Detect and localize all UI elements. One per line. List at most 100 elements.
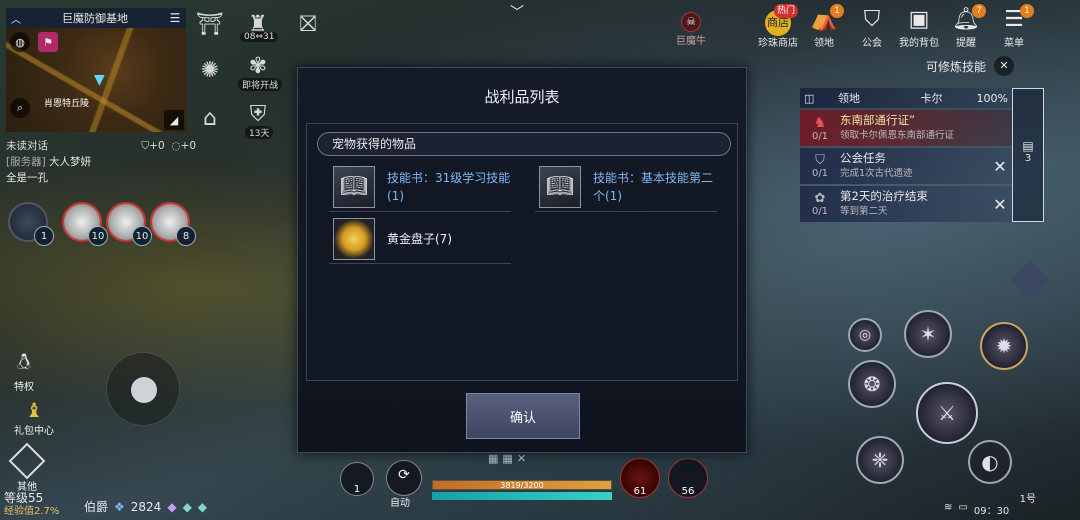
chat-sender: 大人梦妍 <box>49 156 92 168</box>
quest-area-pct: 100% <box>976 91 1008 105</box>
pearl-shop-button[interactable]: 商店 热门 珍珠商店 <box>756 4 800 49</box>
gift-icon[interactable]: ⛩ <box>192 6 228 42</box>
boss-marker[interactable]: ☠ 巨魔牛 <box>676 12 706 47</box>
skill-whirl-icon[interactable]: ❂ <box>848 360 896 408</box>
trainable-skills[interactable]: 可修炼技能 ✕ <box>926 56 1015 76</box>
quest-panel[interactable]: ◫ 领地 卡尔 100% ♞ 0/1 东南部通行证” 领取卡尔佩恩东南部通行证 … <box>800 88 1012 222</box>
loot-dialog: 战利品列表 宠物获得的物品 📖︎ 技能书：31级学习技能(1) 📖︎ 技能书：基… <box>297 67 747 453</box>
minimap-map[interactable]: 肖恩特丘陵 ▼ ⌕ ◍ ⚑ ◢ <box>6 28 186 132</box>
slot-count: 1 <box>353 484 361 495</box>
map-place-label: 肖恩特丘陵 <box>44 99 90 109</box>
player-marker-icon: ▼ <box>94 72 105 88</box>
quest-area: 领地 <box>838 92 860 105</box>
level-box: 等级55 经验值2.7% <box>4 491 59 519</box>
territory-button[interactable]: ⛺ 1 领地 <box>802 4 846 49</box>
gift-center-button[interactable]: ♝ 礼包中心 <box>14 398 54 437</box>
quest-side-count: 3 <box>1024 153 1032 164</box>
menu-button[interactable]: ☰ 1 菜单 <box>992 4 1036 49</box>
buff-strip: ▦ ▦ ✕ <box>488 452 526 465</box>
attack-sword-icon[interactable]: ⚔ <box>916 382 978 444</box>
chat-unread-row: 未读对话 ⛉+0 ◌+0 <box>6 138 196 154</box>
quest-area-name: 卡尔 <box>920 92 943 105</box>
banner-icon[interactable]: ⚑ <box>38 32 58 52</box>
loot-item[interactable]: 📖︎ 技能书：基本技能第二个(1) <box>535 162 717 212</box>
battle-icon[interactable]: ⛝ <box>290 6 326 42</box>
skill-claw-icon[interactable]: ❈ <box>856 436 904 484</box>
minimap-panel[interactable]: ︿ 巨魔防御基地 ☰ 肖恩特丘陵 ▼ ⌕ ◍ ⚑ ◢ <box>6 8 186 132</box>
pet-slot-2[interactable]: 10 <box>62 202 108 246</box>
buff-icon: ◆ <box>182 499 192 514</box>
auto-icon: ⟳ <box>398 467 410 483</box>
auto-button[interactable]: ⟳ <box>386 460 422 496</box>
message-count: +0 <box>180 140 196 152</box>
clock-time: 09：30 <box>973 506 1010 517</box>
quest-row[interactable]: ♞ 0/1 东南部通行证” 领取卡尔佩恩东南部通行证 <box>800 110 1012 146</box>
confirm-button[interactable]: 确认 <box>466 393 580 439</box>
globe-icon[interactable]: ◍ <box>10 32 30 52</box>
loot-item[interactable]: 📖︎ 技能书：31级学习技能(1) <box>329 162 511 212</box>
menu-label: 菜单 <box>1004 38 1024 49</box>
quest-title: 东南部通行证” <box>840 113 915 127</box>
region-name: 巨魔防御基地 <box>62 12 128 25</box>
other-button[interactable]: 其他 <box>8 442 46 493</box>
pet-level: 10 <box>132 226 152 246</box>
potion-slot-item[interactable]: 56 <box>668 458 708 498</box>
loot-item-name: 技能书：基本技能第二个(1) <box>593 170 714 203</box>
joystick-knob[interactable] <box>131 377 157 403</box>
buff-icon: ▦ <box>502 452 513 465</box>
guild-button[interactable]: ⛉ 公会 <box>850 6 894 49</box>
chat-channel: [服务器] <box>6 156 46 168</box>
close-icon[interactable]: ✕ <box>988 157 1012 176</box>
loot-item-name: 黄金盘子(7) <box>387 231 452 246</box>
chat-box[interactable]: 未读对话 ⛉+0 ◌+0 [服务器] 大人梦妍 全是一孔 <box>6 138 196 186</box>
quest-title: 第2天的治疗结束 <box>840 189 928 203</box>
skill-burst-icon[interactable]: ✹ <box>980 322 1028 370</box>
privilege-button[interactable]: 🐧︎ 特权 <box>14 350 34 393</box>
guild-label: 公会 <box>862 38 882 49</box>
list-icon[interactable]: ☰ <box>164 11 186 25</box>
auto-label: 自动 <box>390 498 410 509</box>
chat-line: [服务器] 大人梦妍 <box>6 154 196 170</box>
quest-row[interactable]: ⛉ 0/1 公会任务 完成1次古代遗迹 ✕ <box>800 148 1012 184</box>
days-left: 13天 <box>245 126 274 139</box>
boss-icon: ☠ <box>681 12 701 32</box>
player-title-row: 伯爵 ❖ 2824 ◆ ◆ ◆ <box>84 498 207 515</box>
diamond-toggle-icon[interactable] <box>1010 260 1050 300</box>
reminder-label: 提醒 <box>956 38 976 49</box>
dodge-icon[interactable]: ◐ <box>968 440 1012 484</box>
shop-tag: 热门 <box>773 4 798 18</box>
chevron-up-icon[interactable]: ︿ <box>6 11 26 26</box>
pet-level: 8 <box>176 226 196 246</box>
joystick[interactable] <box>106 352 180 426</box>
target-icon[interactable]: ◎ <box>848 318 882 352</box>
pet-slot-3[interactable]: 10 <box>106 202 152 246</box>
quest-progress: 0/1 <box>811 206 829 217</box>
map-search-icon[interactable]: ⌕ <box>10 98 30 118</box>
quick-slot-axe[interactable]: 1 <box>340 462 374 496</box>
menu-badge: 1 <box>1020 4 1034 18</box>
close-icon[interactable]: ✕ <box>988 195 1012 214</box>
home-icon[interactable]: ⌂ <box>192 100 228 136</box>
paw-icon: ✿ <box>814 191 826 206</box>
bag-icon: ▣ <box>908 7 930 32</box>
loot-item[interactable]: 黄金盘子(7) <box>329 214 511 264</box>
hp-bar: 3819/3200 <box>432 480 612 490</box>
quest-side-tab[interactable]: ▤ 3 <box>1012 88 1044 222</box>
minimap-header: ︿ 巨魔防御基地 ☰ <box>6 8 186 28</box>
mp-bar <box>432 492 612 500</box>
reminder-button[interactable]: 🔔︎ 7 提醒 <box>944 4 988 49</box>
skill-book-icon: 📖︎ <box>539 165 581 208</box>
potion-slot-hp[interactable]: 61 <box>620 458 660 498</box>
demon-icon[interactable]: ✺ <box>192 52 228 88</box>
pet-slot-4[interactable]: 8 <box>150 202 196 246</box>
territory-badge: 1 <box>830 4 844 18</box>
expand-map-icon[interactable]: ◢ <box>164 110 184 130</box>
chevron-down-icon[interactable]: ﹀ <box>510 2 524 22</box>
bag-button[interactable]: ▣ 我的背包 <box>897 6 941 49</box>
pet-slot-1[interactable]: 1 <box>8 202 54 246</box>
dialog-title: 战利品列表 <box>484 88 560 106</box>
combat-power-icon: ❖ <box>114 499 125 514</box>
territory-label: 领地 <box>814 38 834 49</box>
quest-row[interactable]: ✿ 0/1 第2天的治疗结束 等到第二天 ✕ <box>800 186 1012 222</box>
skill-slash-icon[interactable]: ✶ <box>904 310 952 358</box>
